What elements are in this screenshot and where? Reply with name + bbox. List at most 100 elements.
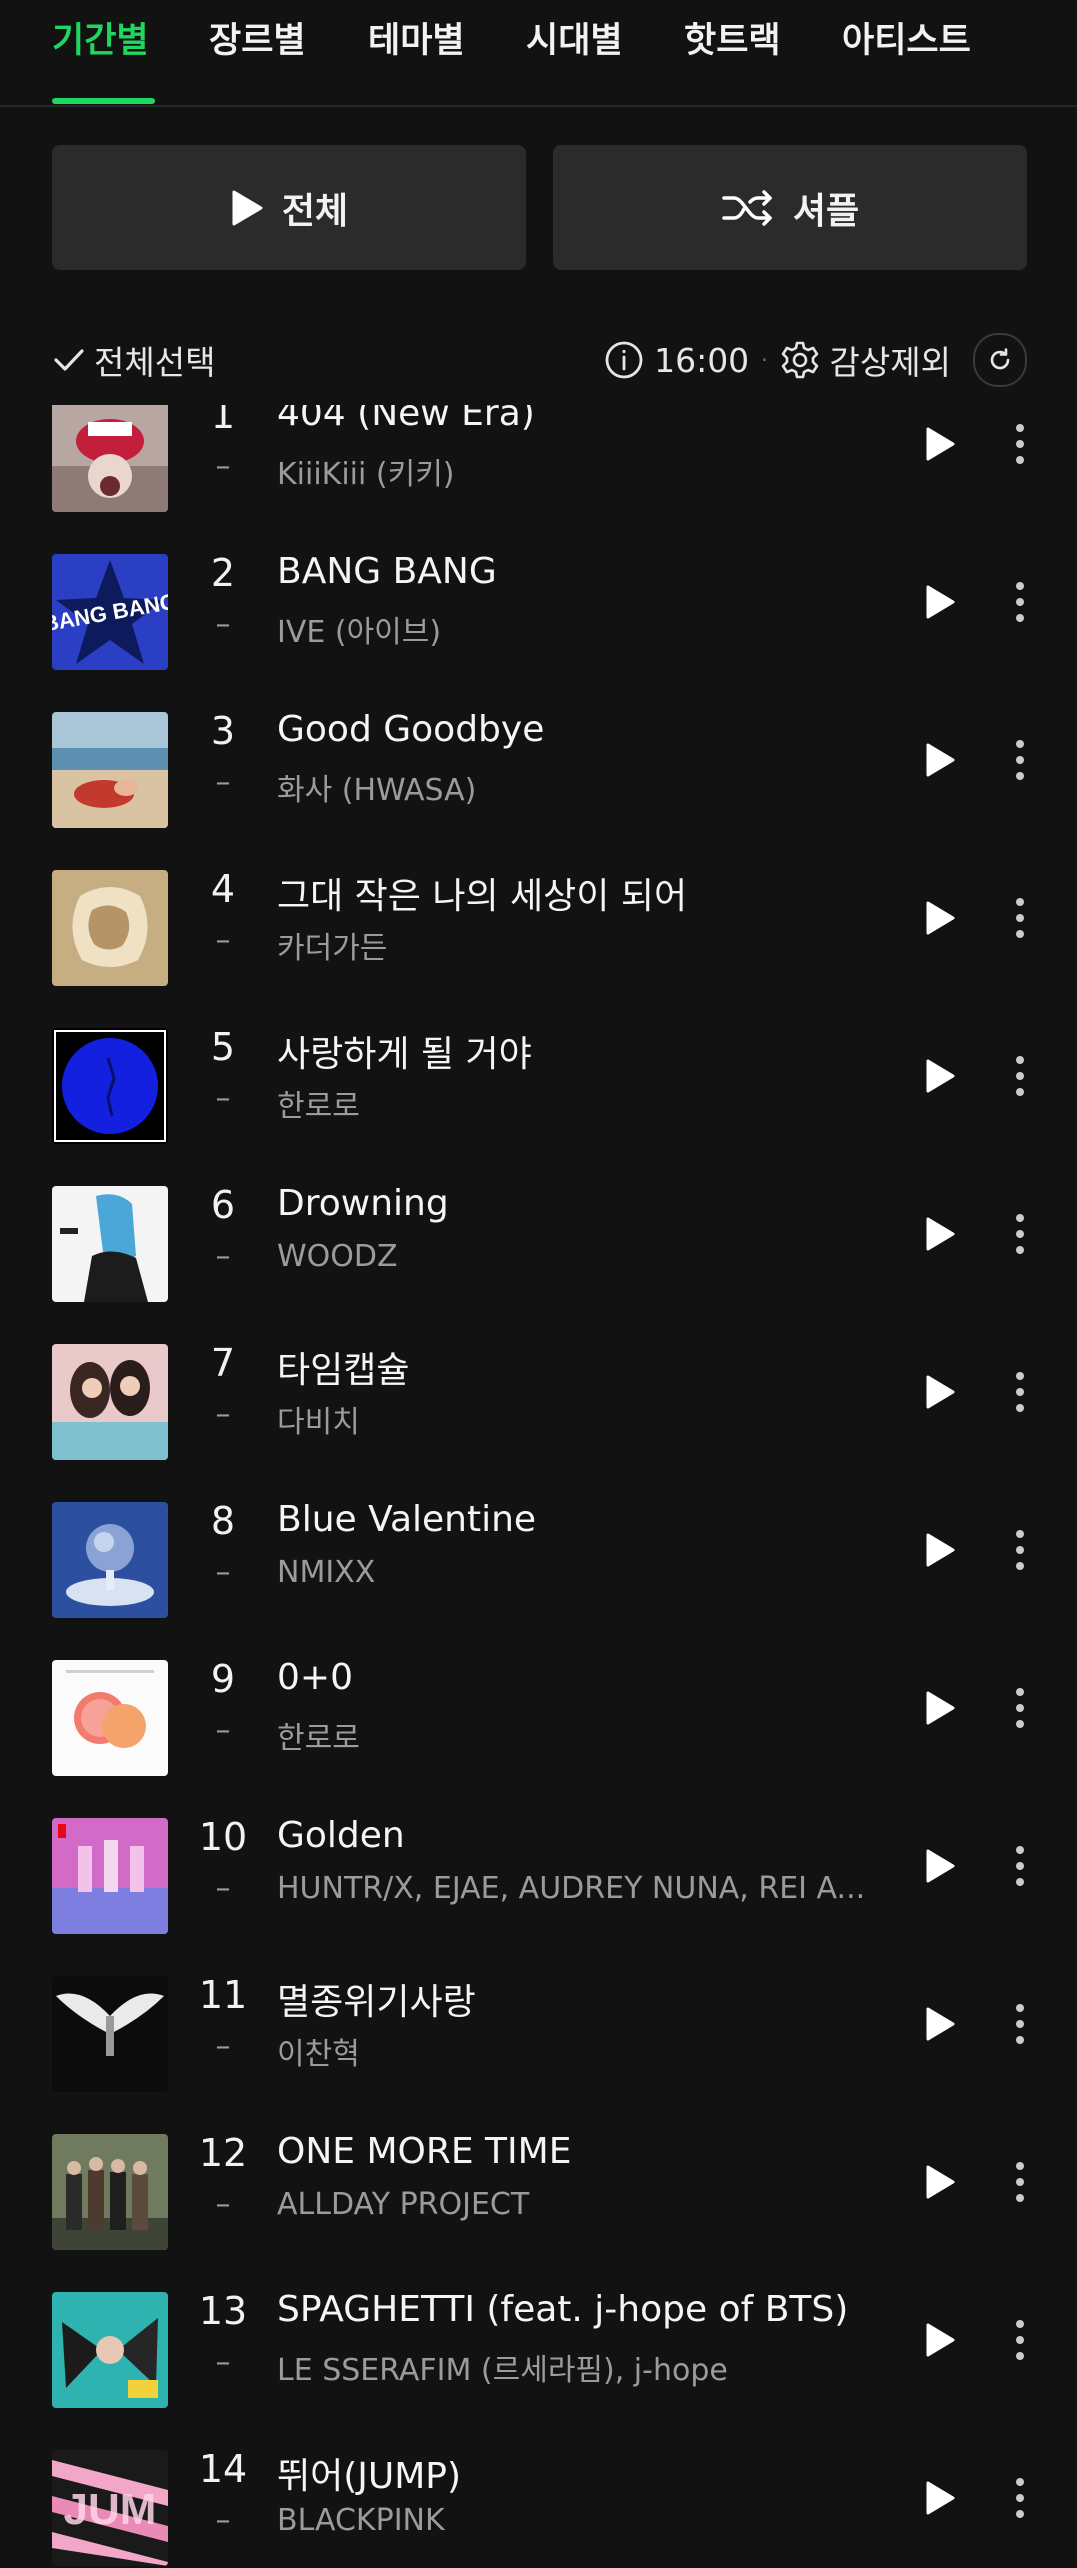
track-play-button[interactable]: [915, 1841, 965, 1891]
track-artist[interactable]: IVE (아이브): [277, 607, 877, 651]
track-play-button[interactable]: [915, 1209, 965, 1259]
track-more-button[interactable]: [1000, 2157, 1040, 2207]
list-item[interactable]: 4 – 그대 작은 나의 세상이 되어 카더가든: [0, 865, 1077, 1023]
album-cover[interactable]: [52, 405, 168, 512]
track-title[interactable]: BANG BANG: [277, 551, 897, 592]
track-title[interactable]: Golden: [277, 1815, 897, 1856]
track-artist[interactable]: 이찬혁: [277, 2029, 877, 2073]
track-artist[interactable]: 한로로: [277, 1081, 877, 1125]
track-title[interactable]: Good Goodbye: [277, 709, 897, 750]
track-more-button[interactable]: [1000, 893, 1040, 943]
track-title[interactable]: 0+0: [277, 1657, 897, 1698]
tab-hot-track[interactable]: 핫트랙: [684, 12, 781, 82]
album-cover[interactable]: [52, 1502, 168, 1618]
track-play-button[interactable]: [915, 419, 965, 469]
track-more-button[interactable]: [1000, 1209, 1040, 1259]
gear-icon[interactable]: [780, 340, 820, 380]
tab-artist[interactable]: 아티스트: [842, 12, 971, 82]
track-play-button[interactable]: [915, 1051, 965, 1101]
track-play-button[interactable]: [915, 1525, 965, 1575]
list-item[interactable]: BANG BANG 2 – BANG BANG IVE (아이브): [0, 549, 1077, 707]
album-cover[interactable]: [52, 2134, 168, 2250]
track-artist[interactable]: 한로로: [277, 1713, 877, 1757]
album-cover[interactable]: BANG BANG: [52, 554, 168, 670]
shuffle-button[interactable]: 셔플: [553, 145, 1027, 270]
active-tab-indicator: [52, 98, 155, 104]
track-more-button[interactable]: [1000, 2315, 1040, 2365]
list-item[interactable]: 6 – Drowning WOODZ: [0, 1181, 1077, 1339]
track-artist[interactable]: LE SSERAFIM (르세라핌), j-hope: [277, 2345, 877, 2389]
album-cover[interactable]: [52, 870, 168, 986]
track-artist[interactable]: BLACKPINK: [277, 2503, 877, 2538]
album-cover[interactable]: JUM: [52, 2450, 168, 2566]
list-item[interactable]: 11 – 멸종위기사랑 이찬혁: [0, 1971, 1077, 2129]
list-item[interactable]: 9 – 0+0 한로로: [0, 1655, 1077, 1813]
list-item[interactable]: JUM 14 – 뛰어(JUMP) BLACKPINK: [0, 2445, 1077, 2568]
track-artist[interactable]: ALLDAY PROJECT: [277, 2187, 877, 2222]
more-vertical-icon: [1016, 2478, 1024, 2518]
list-item[interactable]: 3 – Good Goodbye 화사 (HWASA): [0, 707, 1077, 865]
track-title[interactable]: 뛰어(JUMP): [277, 2447, 897, 2499]
info-icon[interactable]: [604, 340, 644, 380]
track-title[interactable]: 사랑하게 될 거야: [277, 1025, 897, 1077]
list-item[interactable]: 13 – SPAGHETTI (feat. j-hope of BTS) LE …: [0, 2287, 1077, 2445]
track-play-button[interactable]: [915, 577, 965, 627]
track-more-button[interactable]: [1000, 1051, 1040, 1101]
album-cover[interactable]: [52, 1186, 168, 1302]
refresh-button[interactable]: [973, 333, 1027, 387]
track-artist[interactable]: 다비치: [277, 1397, 877, 1441]
list-item[interactable]: 8 – Blue Valentine NMIXX: [0, 1497, 1077, 1655]
track-title[interactable]: 멸종위기사랑: [277, 1973, 897, 2025]
track-play-button[interactable]: [915, 2157, 965, 2207]
album-cover[interactable]: [52, 1818, 168, 1934]
track-artist[interactable]: WOODZ: [277, 1239, 877, 1274]
track-more-button[interactable]: [1000, 577, 1040, 627]
track-more-button[interactable]: [1000, 1683, 1040, 1733]
track-title[interactable]: 404 (New Era): [277, 405, 897, 434]
track-play-button[interactable]: [915, 893, 965, 943]
list-item[interactable]: 12 – ONE MORE TIME ALLDAY PROJECT: [0, 2129, 1077, 2287]
exclude-listening-label[interactable]: 감상제외: [830, 336, 951, 384]
track-more-button[interactable]: [1000, 1841, 1040, 1891]
tab-era[interactable]: 시대별: [526, 12, 623, 82]
album-cover[interactable]: [52, 1028, 168, 1144]
track-title[interactable]: Blue Valentine: [277, 1499, 897, 1540]
track-play-button[interactable]: [915, 1999, 965, 2049]
track-more-button[interactable]: [1000, 1367, 1040, 1417]
track-play-button[interactable]: [915, 735, 965, 785]
track-rank: 11: [198, 1973, 248, 2017]
album-cover[interactable]: [52, 1344, 168, 1460]
track-play-button[interactable]: [915, 2315, 965, 2365]
tab-period[interactable]: 기간별: [52, 12, 149, 82]
select-all-button[interactable]: 전체선택: [52, 330, 215, 390]
track-more-button[interactable]: [1000, 2473, 1040, 2523]
track-more-button[interactable]: [1000, 1999, 1040, 2049]
album-cover[interactable]: [52, 712, 168, 828]
track-title[interactable]: ONE MORE TIME: [277, 2131, 897, 2172]
track-title[interactable]: 그대 작은 나의 세상이 되어: [277, 867, 897, 919]
list-item[interactable]: 7 – 타임캡슐 다비치: [0, 1339, 1077, 1497]
track-artist[interactable]: KiiiKiii (키키): [277, 449, 877, 493]
tab-genre[interactable]: 장르별: [209, 12, 306, 82]
track-title[interactable]: 타임캡슐: [277, 1341, 897, 1393]
tab-theme[interactable]: 테마별: [368, 12, 465, 82]
album-cover[interactable]: [52, 2292, 168, 2408]
track-more-button[interactable]: [1000, 419, 1040, 469]
track-artist[interactable]: 카더가든: [277, 923, 877, 967]
track-more-button[interactable]: [1000, 735, 1040, 785]
list-item[interactable]: 10 – Golden HUNTR/X, EJAE, AUDREY NUNA, …: [0, 1813, 1077, 1971]
list-item[interactable]: 1 – 404 (New Era) KiiiKiii (키키): [0, 405, 1077, 549]
album-cover[interactable]: [52, 1660, 168, 1776]
track-play-button[interactable]: [915, 2473, 965, 2523]
play-all-button[interactable]: 전체: [52, 145, 526, 270]
list-item[interactable]: 5 – 사랑하게 될 거야 한로로: [0, 1023, 1077, 1181]
track-artist[interactable]: 화사 (HWASA): [277, 765, 877, 809]
track-title[interactable]: SPAGHETTI (feat. j-hope of BTS): [277, 2289, 897, 2330]
track-play-button[interactable]: [915, 1683, 965, 1733]
track-play-button[interactable]: [915, 1367, 965, 1417]
track-artist[interactable]: NMIXX: [277, 1555, 877, 1590]
track-more-button[interactable]: [1000, 1525, 1040, 1575]
album-cover[interactable]: [52, 1976, 168, 2092]
track-title[interactable]: Drowning: [277, 1183, 897, 1224]
track-artist[interactable]: HUNTR/X, EJAE, AUDREY NUNA, REI A...: [277, 1871, 877, 1906]
